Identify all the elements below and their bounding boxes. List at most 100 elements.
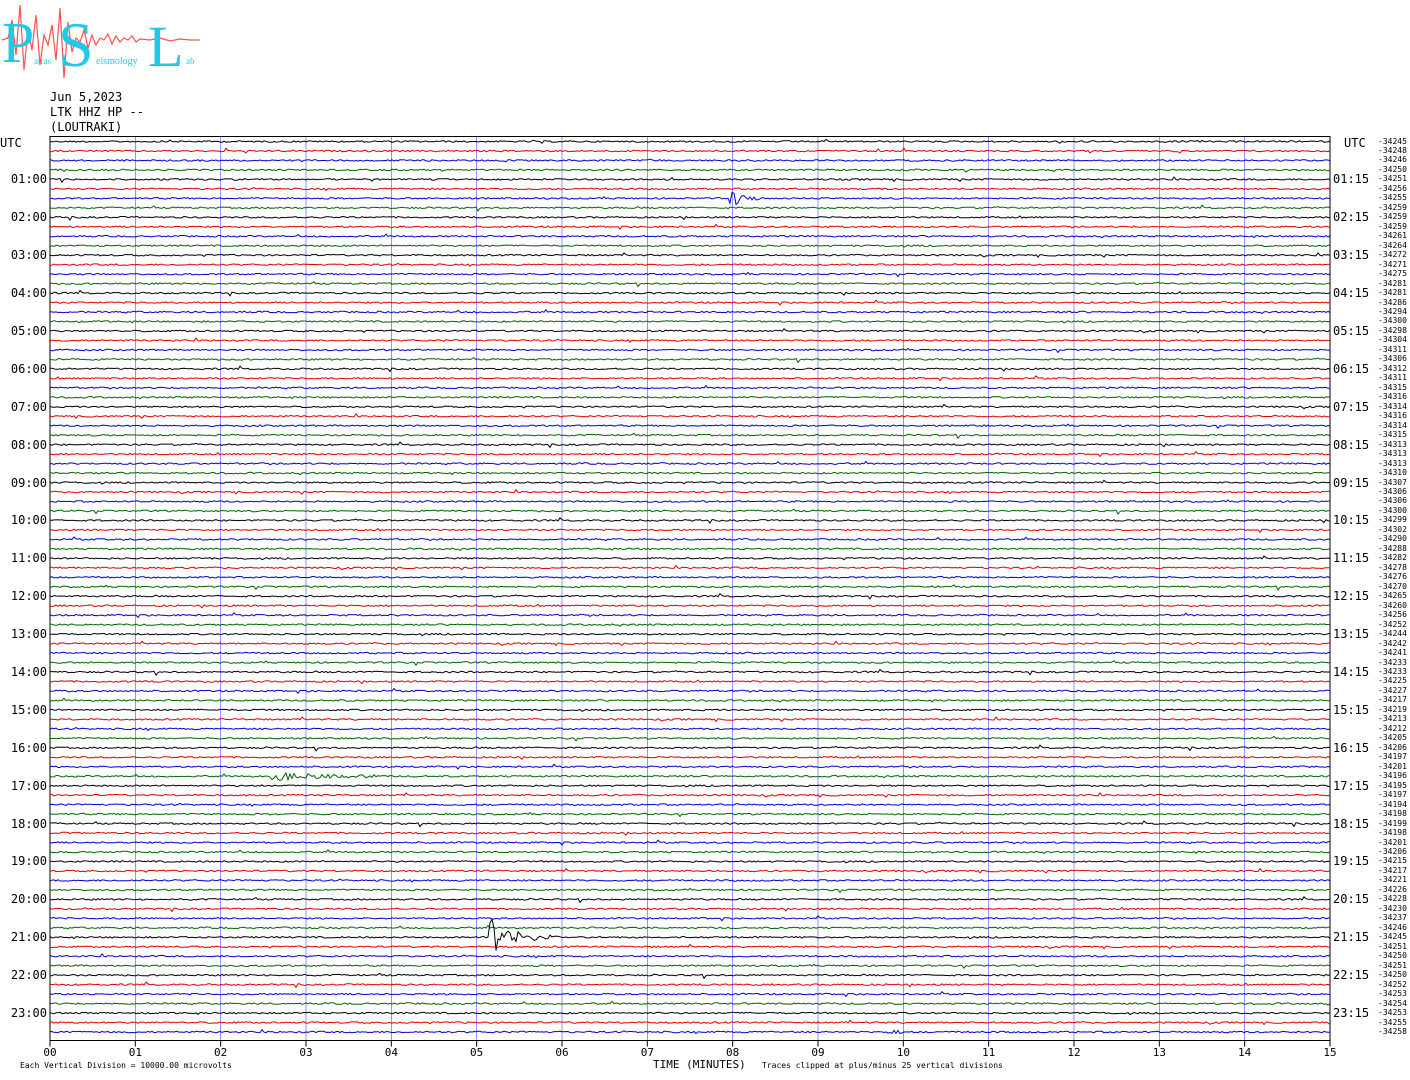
trace-offset-value: -34294 [1378, 307, 1407, 317]
trace-offset-value: -34286 [1378, 297, 1407, 307]
trace-offset-value: -34226 [1378, 884, 1407, 894]
seismic-trace [49, 299, 1331, 306]
seismic-trace [49, 375, 1331, 382]
seismic-trace [49, 347, 1331, 354]
trace-offset-value: -34245 [1378, 136, 1407, 146]
seismic-trace [49, 697, 1331, 703]
seismic-trace [49, 687, 1331, 695]
seismic-trace [49, 168, 1331, 173]
trace-offset-value: -34252 [1378, 619, 1407, 629]
trace-offset-value: -34251 [1378, 960, 1407, 970]
trace-offset-value: -34233 [1378, 657, 1407, 667]
seismic-trace [49, 963, 1331, 970]
seismic-trace [49, 802, 1331, 808]
hour-label-right: 10:15 [1333, 513, 1370, 528]
seismic-trace [49, 820, 1331, 828]
trace-offset-value: -34250 [1378, 951, 1407, 961]
seismic-trace [49, 413, 1331, 419]
x-tick-label: 02 [214, 1046, 228, 1059]
hour-label-left: 15:00 [10, 702, 47, 717]
hour-label-right: 16:15 [1333, 740, 1370, 755]
trace-offset-value: -34213 [1378, 714, 1407, 724]
x-tick-label: 10 [896, 1046, 910, 1059]
hour-label-right: 12:15 [1333, 589, 1370, 604]
trace-offset-value: -34276 [1378, 572, 1407, 582]
seismic-trace [49, 584, 1331, 591]
x-tick-label: 07 [640, 1046, 654, 1059]
seismic-trace [49, 517, 1331, 525]
trace-offset-value: -34311 [1378, 373, 1407, 383]
trace-offset-value: -34311 [1378, 344, 1407, 354]
hour-label-left: 18:00 [10, 816, 47, 831]
trace-offset-value: -34212 [1378, 723, 1407, 733]
trace-offset-value: -34299 [1378, 515, 1407, 525]
trace-offset-value: -34264 [1378, 240, 1407, 250]
trace-offset-value: -34252 [1378, 979, 1407, 989]
hour-label-left: 20:00 [10, 892, 47, 907]
hour-label-left: 16:00 [10, 740, 47, 755]
seismic-trace [49, 527, 1331, 533]
trace-offset-value: -34254 [1378, 998, 1407, 1008]
hour-label-left: 11:00 [10, 551, 47, 566]
seismic-trace [49, 176, 1331, 184]
trace-offset-value: -34298 [1378, 325, 1407, 335]
trace-offset-value: -34265 [1378, 591, 1407, 601]
seismic-trace [49, 187, 1331, 192]
trace-offset-value: -34250 [1378, 164, 1407, 174]
hour-label-right: 21:15 [1333, 930, 1370, 945]
trace-offset-value: -34282 [1378, 553, 1407, 563]
trace-offset-value: -34245 [1378, 932, 1407, 942]
x-tick-label: 08 [726, 1046, 740, 1059]
hour-label-left: 05:00 [10, 323, 47, 338]
seismic-trace [49, 981, 1331, 989]
seismic-trace [49, 755, 1331, 761]
hour-label-left: 21:00 [10, 930, 47, 945]
seismic-trace [50, 668, 1331, 677]
trace-offset-value: -34253 [1378, 1008, 1407, 1018]
seismic-trace [49, 555, 1331, 561]
seismic-trace [49, 191, 1331, 206]
hour-label-right: 07:15 [1333, 399, 1370, 414]
hour-label-left: 03:00 [10, 248, 47, 263]
seismic-trace [50, 640, 1331, 647]
seismic-trace [49, 735, 1331, 742]
seismic-trace [49, 924, 1330, 930]
seismic-trace [50, 603, 1331, 609]
hour-label-left: 08:00 [10, 437, 47, 452]
trace-offset-value: -34316 [1378, 411, 1407, 421]
trace-offset-value: -34315 [1378, 430, 1407, 440]
trace-offset-value: -34246 [1378, 155, 1407, 165]
hour-label-left: 02:00 [10, 210, 47, 225]
hour-label-right: 04:15 [1333, 286, 1370, 301]
hour-label-left: 22:00 [10, 968, 47, 983]
hour-label-right: 14:15 [1333, 665, 1370, 679]
hour-label-left: 01:00 [10, 172, 47, 187]
seismic-trace [49, 271, 1331, 278]
seismic-trace [49, 1019, 1331, 1026]
hour-label-left: 04:00 [10, 286, 47, 301]
hour-label-left: 09:00 [10, 475, 47, 490]
seismic-trace [50, 508, 1331, 515]
hour-label-left: 13:00 [10, 627, 47, 642]
trace-offset-value: -34259 [1378, 212, 1407, 222]
trace-offset-value: -34244 [1378, 629, 1407, 639]
hour-label-right: 08:15 [1333, 437, 1370, 452]
seismic-trace [49, 878, 1331, 883]
hour-label-right: 18:15 [1333, 816, 1370, 831]
hour-label-right: 05:15 [1333, 323, 1370, 338]
trace-offset-value: -34302 [1378, 524, 1407, 534]
x-tick-label: 14 [1238, 1046, 1252, 1059]
trace-offset-value: -34261 [1378, 231, 1407, 241]
trace-offset-value: -34217 [1378, 865, 1407, 875]
trace-offset-value: -34270 [1378, 581, 1407, 591]
seismic-trace [50, 972, 1331, 980]
trace-offset-value: -34272 [1378, 250, 1407, 260]
hour-label-right: 02:15 [1333, 210, 1370, 225]
seismic-trace [49, 763, 1331, 770]
seismic-trace [50, 327, 1331, 334]
trace-offset-value: -34313 [1378, 439, 1407, 449]
trace-offset-value: -34306 [1378, 487, 1407, 497]
seismic-trace [49, 223, 1331, 230]
seismic-trace [49, 651, 1331, 655]
x-tick-label: 11 [982, 1046, 996, 1059]
